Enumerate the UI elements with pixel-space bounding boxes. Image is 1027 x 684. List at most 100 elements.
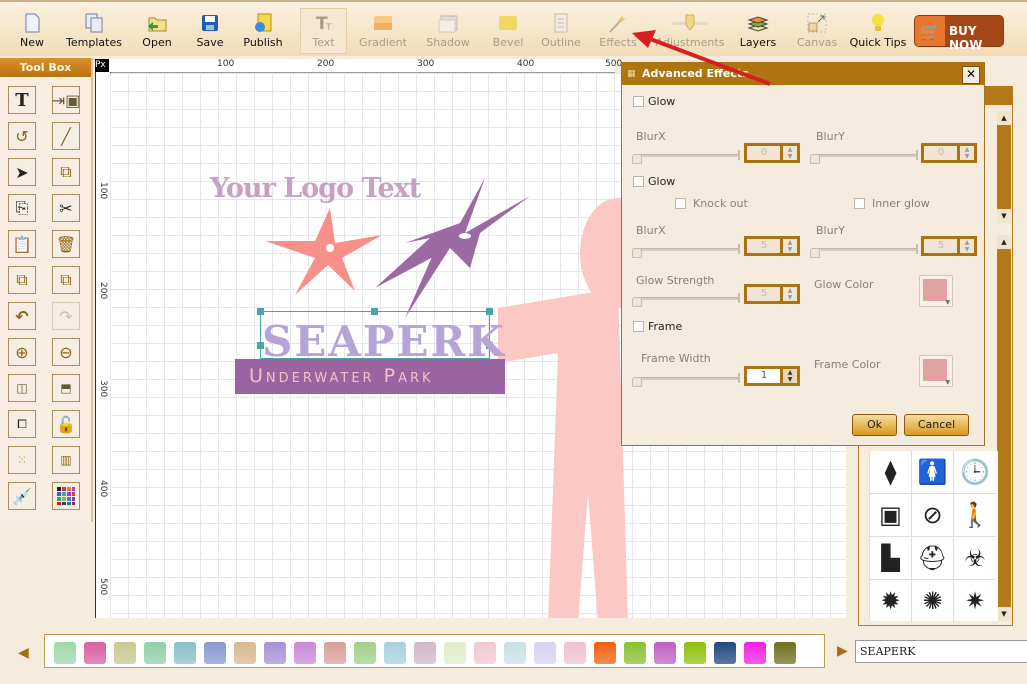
slider-thumb[interactable] [632,248,642,258]
glow1-blurx-stepper[interactable]: 0 ▲ ▼ [744,143,800,163]
purple-starfish-shape[interactable] [365,178,535,318]
clock-shape-icon[interactable]: 🕒 [954,451,996,494]
glow-strength-slider[interactable] [632,293,740,307]
glow1-blury-stepper[interactable]: 0 ▲ ▼ [921,143,977,163]
toolbar-open-button[interactable]: Open [137,6,177,54]
color-swatch[interactable] [504,642,526,664]
swatches-next-arrow[interactable]: ▶ [837,643,848,659]
scrollbar[interactable]: ▲ ▼ [997,111,1011,223]
picture-shape-icon[interactable]: ▣ [870,494,912,537]
stepper-arrows[interactable]: ▲ ▼ [780,287,797,301]
color-swatch[interactable] [534,642,556,664]
stepper-value[interactable]: 1 [747,369,781,383]
color-swatch[interactable] [114,642,136,664]
stepper-value[interactable]: 5 [747,239,781,253]
glow2-checkbox[interactable] [633,176,644,187]
title-text[interactable]: SEAPERK [262,321,506,363]
redo-button[interactable]: ↷ [52,302,80,330]
slider-thumb[interactable] [632,154,642,164]
glow2-blury-slider[interactable] [810,244,918,258]
flip-horizontal-button[interactable]: ◫ [8,374,36,402]
toolbar-save-button[interactable]: Save [190,6,230,54]
color-swatch[interactable] [384,642,406,664]
color-swatch[interactable] [474,642,496,664]
replace-shape-button[interactable]: ⧉ [52,158,80,186]
starburst-shape-icon[interactable]: ✷ [954,580,996,623]
paste-button[interactable]: 📋 [8,230,36,258]
toolbar-templates-button[interactable]: Templates [62,6,126,54]
color-swatch[interactable] [444,642,466,664]
stepper-value[interactable]: 5 [747,287,781,301]
resize-handle[interactable] [486,308,493,315]
select-tool-button[interactable]: ➤ [8,158,36,186]
frame-width-stepper[interactable]: 1 ▲ ▼ [744,366,800,386]
stepper-value[interactable]: 5 [924,239,958,253]
rotate-button[interactable]: ↺ [8,122,36,150]
ok-button[interactable]: Ok [852,414,897,436]
toolbar-shadow-button[interactable]: Shadow [422,6,474,54]
dialog-title-bar[interactable]: ▦ Advanced Effects ✕ [622,63,984,85]
swatches-prev-arrow[interactable]: ◀ [18,645,29,661]
align-button[interactable]: ⁙ [8,446,36,474]
delete-button[interactable]: 🗑 [52,230,80,258]
color-swatch[interactable] [654,642,676,664]
stepper-arrows[interactable]: ▲ ▼ [780,239,797,253]
close-button[interactable]: ✕ [962,66,980,84]
import-image-button[interactable]: ⇥▣ [52,86,80,114]
bring-forward-button[interactable]: ⧉ [8,266,36,294]
frame-width-slider[interactable] [632,373,740,387]
color-swatch[interactable] [294,642,316,664]
frame-checkbox[interactable] [633,321,644,332]
toolbar-bevel-button[interactable]: Bevel [486,6,530,54]
cancel-button[interactable]: Cancel [904,414,969,436]
starburst-shape-icon[interactable]: ✹ [870,580,912,623]
helmet-shape-icon[interactable]: ⛑ [912,537,954,580]
toolbar-effects-button[interactable]: Effects [596,6,640,54]
color-swatch[interactable] [144,642,166,664]
drag-grip-icon[interactable]: ▦ [627,63,636,85]
inner-glow-checkbox[interactable] [854,198,865,209]
lock-button[interactable]: 🔓 [52,410,80,438]
color-swatch[interactable] [324,642,346,664]
no-mountain-shape-icon[interactable]: ⊘ [912,494,954,537]
toolbar-quick-tips-button[interactable]: Quick Tips [848,6,908,54]
toolbar-outline-button[interactable]: Outline [538,6,584,54]
subtitle-banner[interactable]: Underwater Park [235,359,505,394]
glow1-blury-slider[interactable] [810,150,918,164]
color-swatch[interactable] [54,642,76,664]
biohazard-shape-icon[interactable]: ☣ [954,537,996,580]
stepper-arrows[interactable]: ▲ ▼ [957,146,974,160]
color-swatch[interactable] [174,642,196,664]
shapes-scrollbar[interactable]: ▲ ▼ [997,235,1011,621]
resize-handle[interactable] [257,308,264,315]
stepper-value[interactable]: 0 [747,146,781,160]
color-swatch[interactable] [714,642,736,664]
cut-button[interactable]: ✂ [52,194,80,222]
slider-thumb[interactable] [810,154,820,164]
glow-strength-stepper[interactable]: 5 ▲ ▼ [744,284,800,304]
glow-color-picker[interactable]: ▼ [919,275,953,307]
group-button[interactable]: ⧠ [8,410,36,438]
toolbar-publish-button[interactable]: Publish [240,6,286,54]
toolbar-gradient-button[interactable]: Gradient [356,6,410,54]
machine-shape-icon[interactable]: ▙ [870,537,912,580]
glow2-blury-stepper[interactable]: 5 ▲ ▼ [921,236,977,256]
undo-button[interactable]: ↶ [8,302,36,330]
text-tool-button[interactable]: T [8,86,36,114]
buy-now-button[interactable]: 🛒 BUY NOW [914,15,1004,52]
line-tool-button[interactable]: ╱ [52,122,80,150]
color-swatch[interactable] [264,642,286,664]
color-palette-button[interactable] [52,482,80,510]
toolbar-adjustments-button[interactable]: Adjustments [654,6,726,54]
slider-thumb[interactable] [632,297,642,307]
starburst-shape-icon[interactable]: ✺ [912,580,954,623]
flip-vertical-button[interactable]: ⬒ [52,374,80,402]
glow1-checkbox[interactable] [633,96,644,107]
color-swatch[interactable] [594,642,616,664]
toolbar-layers-button[interactable]: Layers [736,6,780,54]
slider-thumb[interactable] [632,377,642,387]
glow1-blurx-slider[interactable] [632,150,740,164]
color-swatch[interactable] [204,642,226,664]
eyedropper-button[interactable]: 💉 [8,482,36,510]
stepper-arrows[interactable]: ▲ ▼ [780,146,797,160]
